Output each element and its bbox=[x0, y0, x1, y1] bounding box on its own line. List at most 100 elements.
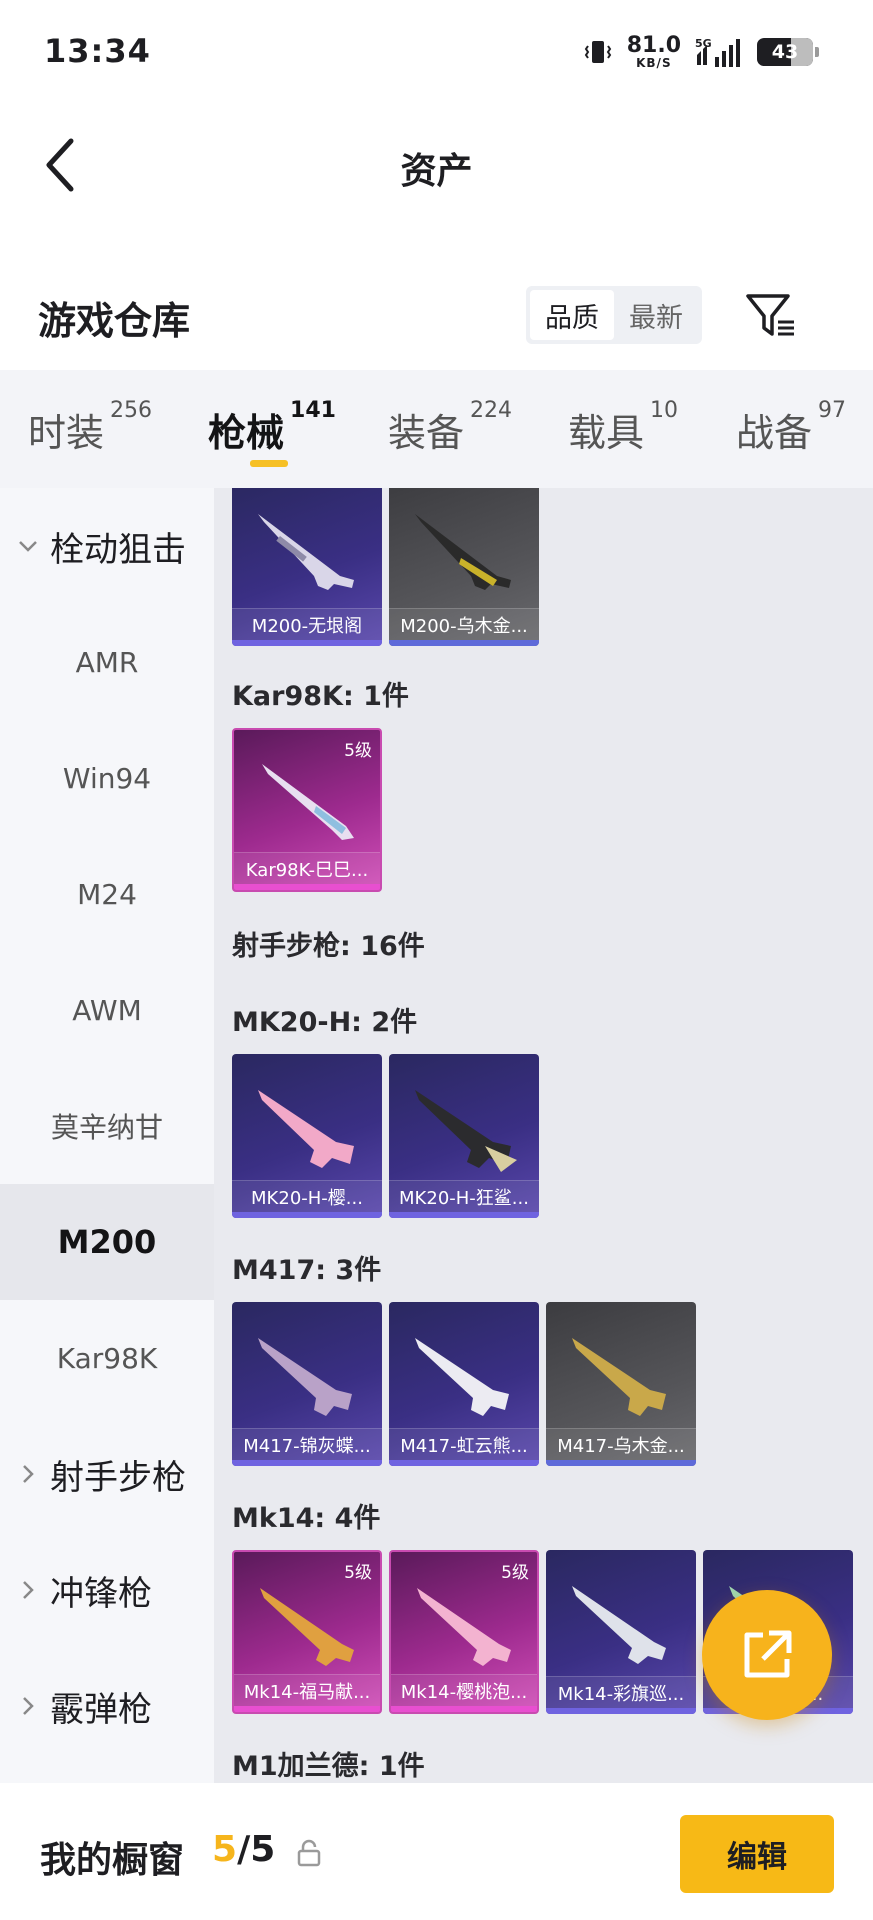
card-name: M417-虹云熊... bbox=[389, 1428, 539, 1460]
card-level: 5级 bbox=[344, 1563, 372, 1583]
chevron-right-icon bbox=[23, 1697, 34, 1715]
weapon-card[interactable]: M417-虹云熊... bbox=[389, 1302, 539, 1466]
weapon-card[interactable]: M417-锦灰蝶... bbox=[232, 1302, 382, 1466]
sidebar-item-label: 莫辛纳甘 bbox=[50, 1111, 163, 1144]
sidebar-group-dmr[interactable]: 射手步枪 bbox=[0, 1416, 214, 1532]
edit-button[interactable]: 编辑 bbox=[680, 1815, 834, 1893]
rifle-icon bbox=[572, 1338, 666, 1416]
weapon-card[interactable]: M200-乌木金... bbox=[389, 488, 539, 646]
page-title: 资产 bbox=[400, 151, 473, 192]
card-name: MK20-H-樱... bbox=[232, 1180, 382, 1212]
weapon-skin-list: M200-无垠阁 M200-乌木金... Kar98K: 1件 5级 Kar98… bbox=[214, 488, 873, 1783]
sidebar-item-m200[interactable]: M200 bbox=[0, 1184, 214, 1300]
tab-count: 141 bbox=[290, 398, 336, 423]
weapon-card[interactable]: M417-乌木金... bbox=[546, 1302, 696, 1466]
battery-icon: 43 bbox=[757, 38, 819, 66]
chevron-right-icon bbox=[23, 1465, 34, 1483]
sort-option-latest[interactable]: 最新 bbox=[614, 290, 698, 340]
status-time: 13:34 bbox=[44, 32, 151, 70]
showcase-title: 我的橱窗 bbox=[40, 1840, 185, 1881]
card-name: Mk14-福马献... bbox=[234, 1674, 380, 1706]
tab-guns[interactable]: 枪械141 bbox=[208, 398, 336, 457]
sidebar-item-amr[interactable]: AMR bbox=[0, 604, 214, 720]
showcase-total: 5 bbox=[250, 1829, 276, 1870]
sidebar-item-label: AMR bbox=[75, 645, 139, 679]
card-name: M417-乌木金... bbox=[546, 1428, 696, 1460]
status-icons: 81.0 KB/S 5G 43 bbox=[583, 30, 819, 74]
weapon-card[interactable]: MK20-H-狂鲨... bbox=[389, 1054, 539, 1218]
showcase-current: 5 bbox=[212, 1829, 238, 1870]
section-label-mk14: Mk14: 4件 bbox=[232, 1503, 381, 1534]
sidebar-group-bolt-action[interactable]: 栓动狙击 bbox=[0, 488, 214, 604]
card-name: Mk14-樱桃泡... bbox=[391, 1674, 537, 1706]
card-name: Kar98K-巳巳... bbox=[234, 852, 380, 884]
tab-label: 战备 bbox=[736, 411, 813, 455]
weapon-card[interactable]: 5级 Mk14-福马献... bbox=[232, 1550, 382, 1714]
warehouse-title: 游戏仓库 bbox=[38, 299, 191, 343]
rifle-icon bbox=[258, 1338, 352, 1416]
sidebar-item-kar98k[interactable]: Kar98K bbox=[0, 1300, 214, 1416]
chevron-down-icon bbox=[19, 541, 37, 552]
sidebar-group-shotgun[interactable]: 霰弹枪 bbox=[0, 1648, 214, 1764]
section-label-dmr: 射手步枪: 16件 bbox=[232, 931, 425, 962]
sidebar-item-label: 栓动狙击 bbox=[50, 529, 186, 570]
tab-active-indicator bbox=[250, 460, 288, 467]
tab-label: 载具 bbox=[568, 411, 645, 455]
weapon-card[interactable]: Mk14-彩旗巡... bbox=[546, 1550, 696, 1714]
sidebar-item-label: Kar98K bbox=[56, 1341, 158, 1375]
weapon-card[interactable]: MK20-H-樱... bbox=[232, 1054, 382, 1218]
app-header: 资产 bbox=[0, 100, 873, 240]
filter-icon[interactable] bbox=[742, 288, 798, 344]
tab-fashion[interactable]: 时装256 bbox=[28, 398, 152, 457]
sort-option-quality[interactable]: 品质 bbox=[530, 290, 614, 340]
sidebar-item-label: 霰弹枪 bbox=[50, 1689, 152, 1730]
card-level: 5级 bbox=[501, 1563, 529, 1583]
card-name: Mk14-彩旗巡... bbox=[546, 1676, 696, 1708]
weapon-card[interactable]: 5级 Kar98K-巳巳... bbox=[232, 728, 382, 892]
showcase-count: 5/5 bbox=[212, 1829, 275, 1870]
section-label-mk20: MK20-H: 2件 bbox=[232, 1007, 418, 1038]
sidebar-group-smg[interactable]: 冲锋枪 bbox=[0, 1532, 214, 1648]
lock-icon bbox=[297, 1839, 321, 1867]
tab-equipment[interactable]: 装备224 bbox=[388, 398, 512, 457]
card-name: M200-无垠阁 bbox=[232, 608, 382, 640]
card-name: M417-锦灰蝶... bbox=[232, 1428, 382, 1460]
card-name: M200-乌木金... bbox=[389, 608, 539, 640]
section-label-m1: M1加兰德: 1件 bbox=[232, 1751, 425, 1782]
share-button[interactable] bbox=[702, 1590, 832, 1720]
tab-count: 97 bbox=[818, 398, 847, 423]
card-name: MK20-H-狂鲨... bbox=[389, 1180, 539, 1212]
weapon-card[interactable]: M200-无垠阁 bbox=[232, 488, 382, 646]
tab-supplies[interactable]: 战备97 bbox=[736, 398, 846, 457]
tab-count: 256 bbox=[110, 398, 153, 423]
rifle-icon bbox=[415, 1090, 517, 1172]
chevron-right-icon bbox=[23, 1581, 34, 1599]
sidebar-item-m24[interactable]: M24 bbox=[0, 836, 214, 952]
rifle-icon bbox=[415, 1338, 509, 1416]
tab-count: 224 bbox=[470, 398, 513, 423]
sidebar-item-mosin[interactable]: 莫辛纳甘 bbox=[0, 1068, 214, 1184]
section-label-kar98k: Kar98K: 1件 bbox=[232, 681, 409, 712]
rifle-icon bbox=[258, 1090, 354, 1168]
tab-count: 10 bbox=[650, 398, 679, 423]
tab-vehicles[interactable]: 载具10 bbox=[568, 398, 678, 457]
showcase-bar: 我的橱窗 5/5 编辑 bbox=[0, 1783, 873, 1920]
sidebar-item-label: Win94 bbox=[62, 761, 152, 795]
tab-label: 装备 bbox=[388, 411, 465, 455]
tab-label: 枪械 bbox=[208, 411, 285, 455]
svg-text:5G: 5G bbox=[695, 37, 712, 50]
weapon-card[interactable]: 5级 Mk14-樱桃泡... bbox=[389, 1550, 539, 1714]
sidebar-item-label: M24 bbox=[77, 877, 137, 911]
sort-toggle: 品质 最新 bbox=[526, 286, 702, 344]
battery-level: 43 bbox=[771, 41, 799, 63]
tab-label: 时装 bbox=[28, 411, 105, 455]
sidebar-item-awm[interactable]: AWM bbox=[0, 952, 214, 1068]
network-speed-value: 81.0 bbox=[626, 33, 681, 58]
share-external-icon bbox=[744, 1630, 792, 1678]
card-level: 5级 bbox=[344, 741, 372, 761]
sidebar-item-label: AWM bbox=[72, 993, 142, 1027]
sidebar-item-label: M200 bbox=[57, 1223, 157, 1261]
sniper-rifle-icon bbox=[415, 514, 511, 590]
sidebar-item-label: 射手步枪 bbox=[50, 1457, 186, 1498]
sidebar-item-win94[interactable]: Win94 bbox=[0, 720, 214, 836]
